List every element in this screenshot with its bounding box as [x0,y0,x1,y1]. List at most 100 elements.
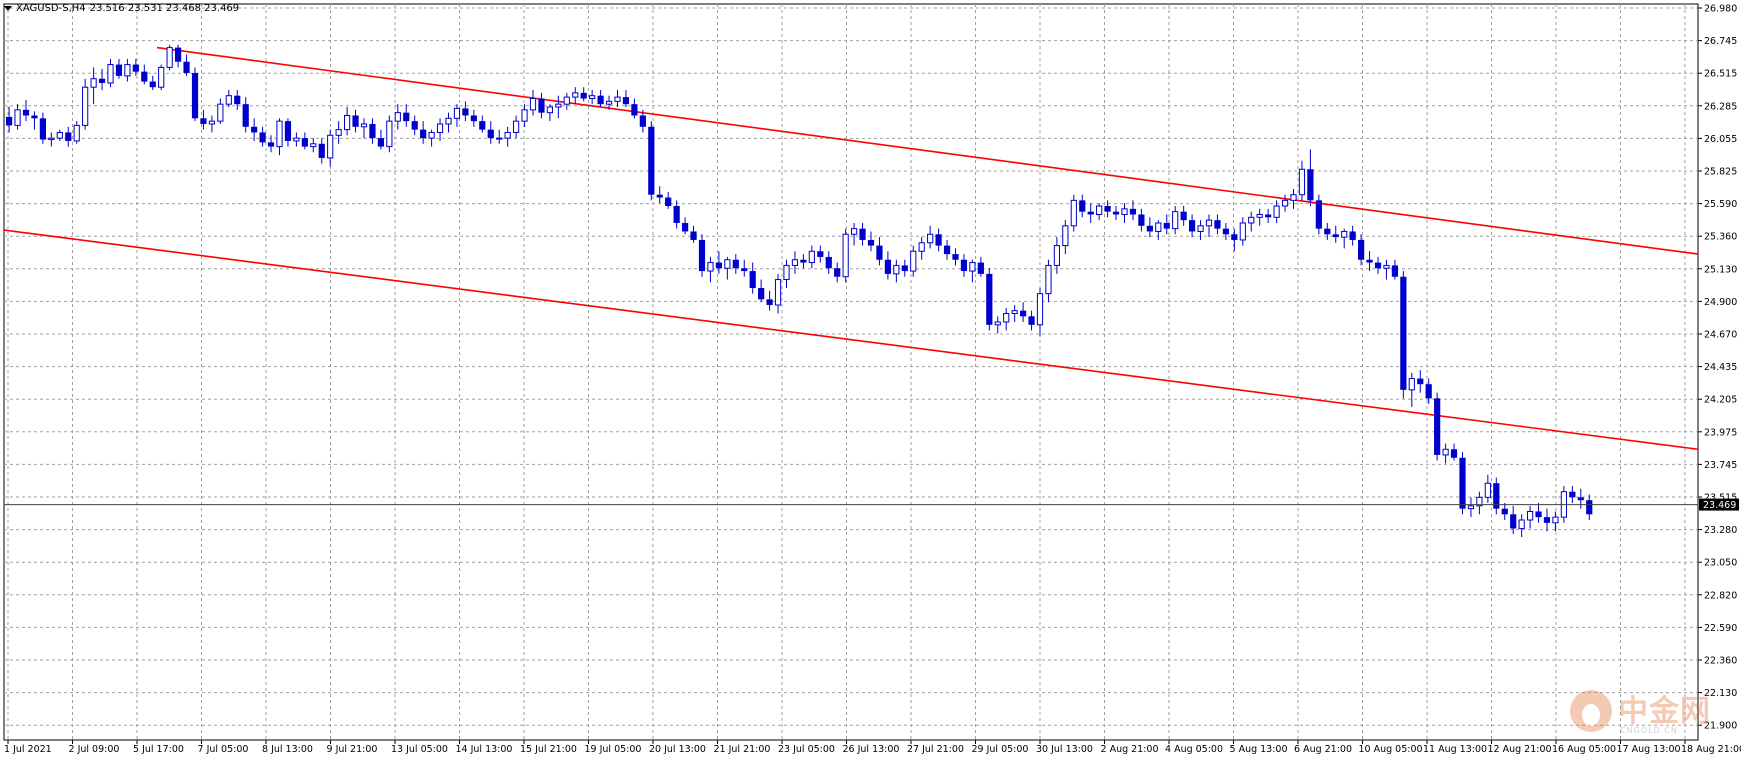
x-tick-label: 29 Jul 05:00 [972,744,1029,755]
candle-bear [462,108,469,116]
candle-bull [208,120,216,125]
y-tick-label: 22.820 [1704,590,1737,601]
x-tick-label: 23 Jul 05:00 [778,744,835,755]
y-tick-label: 24.435 [1704,362,1737,373]
y-tick-label: 23.050 [1704,558,1737,569]
candle-bear [1332,234,1339,238]
candle-bull [1298,168,1306,196]
candle-bull [166,47,173,68]
y-tick-label: 26.285 [1704,101,1737,112]
candle-bear [986,273,993,325]
candle-bear [715,262,722,269]
candle-bull [1552,516,1559,524]
y-tick-label: 25.130 [1704,264,1737,275]
candle-bear [284,121,292,141]
candle-bull [1036,293,1044,326]
candle-bear [242,104,249,127]
candle-bear [766,299,773,306]
candle-bull [1484,482,1491,498]
candle-bear [1231,234,1238,240]
candle-bear [1425,384,1432,399]
x-tick-label: 12 Aug 21:00 [1488,744,1552,755]
candle-bear [1214,220,1221,229]
x-tick-label: 14 Jul 13:00 [456,744,513,755]
candle-bear [665,197,672,207]
candle-bear [1222,228,1229,235]
x-tick-label: 11 Aug 13:00 [1423,744,1487,755]
candle-bear [141,71,148,82]
candle-bear [1586,500,1593,515]
x-tick-label: 19 Jul 05:00 [585,744,642,755]
candle-bear [901,265,908,272]
x-tick-label: 9 Jul 21:00 [327,744,378,755]
candle-bull [1003,312,1010,323]
candle-bear [682,222,689,232]
dropdown-triangle-icon[interactable] [4,6,12,11]
x-tick-label: 5 Jul 17:00 [133,744,184,755]
candle-bear [65,132,72,141]
candle-bear [631,104,638,116]
candle-bear [1087,211,1094,215]
candle-bear [1324,228,1331,235]
candle-bull [496,137,503,140]
candle-bear [479,121,486,130]
candle-bear [648,126,655,195]
y-tick-label: 24.670 [1704,330,1737,341]
candle-bull [1053,245,1061,266]
candle-bear [411,121,418,130]
watermark-text: 中金网 [1618,694,1711,729]
candle-bear [952,254,959,260]
candle-bear [191,73,199,119]
candle-bull [555,103,562,108]
candle-bear [1358,239,1365,260]
current-price-label: 23.469 [1703,500,1736,511]
candle-bear [1450,449,1458,458]
x-tick-label: 2 Aug 21:00 [1101,744,1159,755]
candle-bull [1273,205,1280,218]
candle-bear [867,239,875,246]
candle-bear [741,268,748,272]
candle-bull [56,131,63,139]
x-tick-label: 10 Aug 05:00 [1359,744,1423,755]
candle-bear [301,138,308,147]
candle-bear [1374,262,1382,269]
candle-bull [546,106,553,114]
candle-bear [1391,265,1398,277]
candle-bear [115,64,123,76]
candle-bull [82,86,89,126]
candle-bull [1070,199,1077,227]
candle-bull [445,117,452,125]
candle-bull [513,120,520,133]
x-tick-label: 13 Jul 05:00 [391,744,448,755]
y-tick-label: 23.280 [1704,525,1737,536]
candle-bear [1112,211,1120,215]
candle-bear [1366,259,1373,263]
candle-bull [394,112,401,122]
candle-bull [1205,219,1213,227]
candle-bull [910,250,917,272]
candle-bull [605,100,613,105]
y-tick-label: 25.590 [1704,199,1737,210]
candlestick-chart[interactable]: 26.980 26.745 26.515 26.285 26.055 25.825 25.5… [0,0,1741,761]
candle-bull [1281,199,1289,207]
candle-bear [1307,169,1314,201]
candle-bull [791,259,799,266]
candle-bull [360,123,368,128]
candle-bull [276,120,283,148]
candle-bear [1180,211,1187,221]
y-tick-label: 26.055 [1704,134,1737,145]
candle-bull [1155,222,1162,232]
candle-bear [673,206,680,223]
candle-bear [1138,214,1145,226]
candle-bull [107,64,114,84]
chart-area[interactable]: 26.980 26.745 26.515 26.285 26.055 25.825 25.5… [0,0,1741,761]
candle-bear [1146,225,1153,232]
y-tick-label: 25.360 [1704,232,1737,243]
candle-bear [1510,514,1517,529]
y-tick-label: 26.515 [1704,69,1737,80]
candle-bear [758,288,765,300]
y-tick-label: 26.745 [1704,36,1737,47]
candle-bull [48,137,55,141]
candle-bear [935,234,942,246]
candle-bull [293,137,300,142]
